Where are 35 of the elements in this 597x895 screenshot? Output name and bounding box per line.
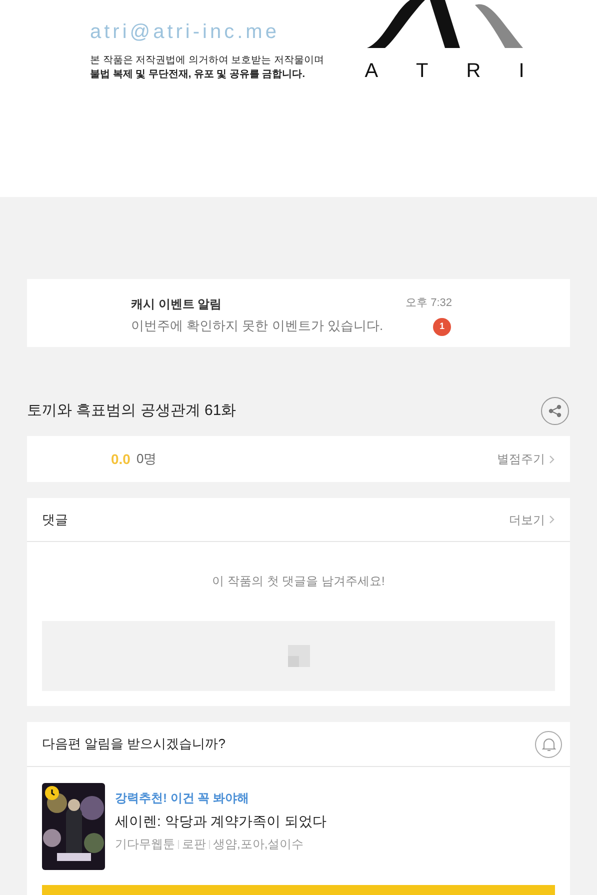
comment-input-area[interactable]: [42, 621, 555, 691]
email-text: atri@atri-inc.me: [90, 20, 280, 45]
share-button[interactable]: [541, 397, 569, 426]
clock-icon: [45, 786, 59, 800]
episode-title: 토끼와 흑표범의 공생관계 61화: [27, 401, 236, 422]
notification-card[interactable]: 캐시 이벤트 알림 이번주에 확인하지 못한 이벤트가 있습니다. 오후 7:32 1: [27, 279, 570, 348]
copyright-notice: 본 작품은 저작권법에 의거하여 보호받는 저작물이며: [90, 54, 325, 68]
chevron-icon: [549, 515, 555, 524]
unread-badge: 1: [433, 318, 451, 336]
empty-comments-text: 이 작품의 첫 댓글을 남겨주세요!: [211, 573, 386, 590]
more-button[interactable]: 더보기: [509, 510, 555, 528]
logo-letter: A: [364, 59, 378, 84]
rate-button[interactable]: 별점주기: [497, 450, 555, 468]
copyright-notice: 불법 복제 및 무단전재, 유포 및 공유를 금합니다.: [90, 68, 306, 82]
recommendation-title[interactable]: 세이렌: 악당과 계약가족이 되었다: [115, 811, 327, 832]
bell-button[interactable]: [535, 730, 562, 758]
chevron-icon: [549, 454, 555, 464]
logo-letter: T: [416, 59, 428, 84]
logo-letter: R: [466, 59, 481, 84]
notification-time: 오후 7:32: [406, 296, 452, 311]
notification-title: 캐시 이벤트 알림: [131, 296, 223, 313]
logo-icon: [364, 0, 524, 50]
recommendation-meta: 기다무웹툰: [115, 836, 175, 853]
share-icon: [548, 404, 562, 418]
alert-question: 다음편 알림을 받으시겠습니까?: [42, 735, 226, 754]
logo-letter: I: [518, 59, 524, 84]
rating-count: 0명: [136, 450, 157, 468]
recommendation-meta: 로판: [182, 836, 206, 853]
bell-icon: [542, 736, 556, 752]
comments-title: 댓글: [42, 510, 68, 529]
rating-score: 0.0: [111, 450, 130, 469]
placeholder-icon: [288, 645, 310, 667]
recommendation-meta: 생얌,포아,설이수: [213, 836, 304, 853]
recommendation-tag: 강력추천! 이건 꼭 봐야해: [115, 789, 327, 807]
notification-message: 이번주에 확인하지 못한 이벤트가 있습니다.: [131, 317, 384, 335]
